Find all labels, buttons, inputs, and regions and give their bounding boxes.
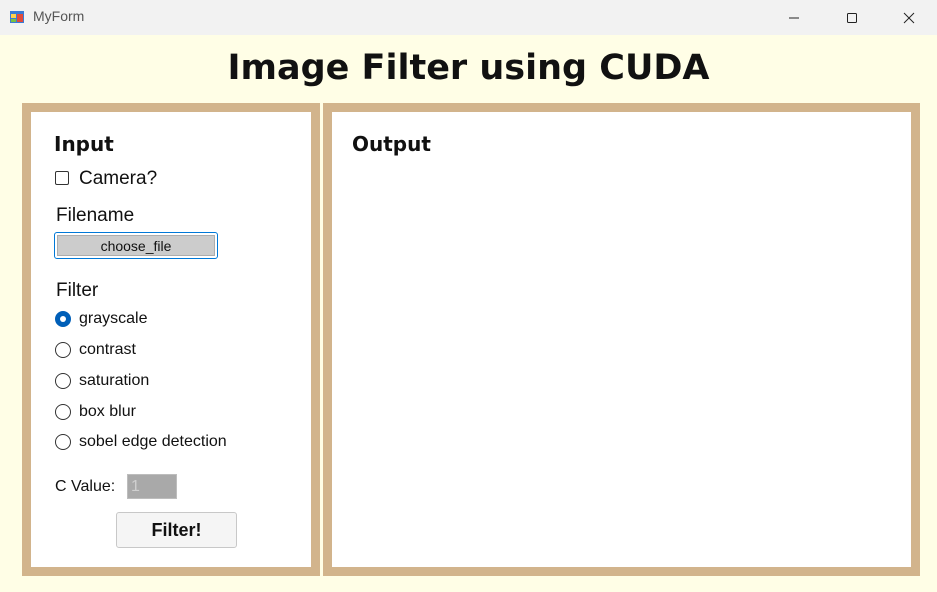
input-panel: Input Camera? Filename choose_file Filte… (22, 103, 320, 576)
close-button[interactable] (880, 0, 937, 35)
radio-saturation[interactable] (55, 373, 71, 389)
radio-box-blur[interactable] (55, 404, 71, 420)
filter-button[interactable]: Filter! (116, 512, 237, 548)
c-value-input[interactable] (127, 474, 177, 499)
camera-checkbox[interactable] (55, 171, 69, 185)
page-title: Image Filter using CUDA (227, 48, 710, 88)
c-value-label: C Value: (55, 478, 116, 495)
radio-grayscale-label[interactable]: grayscale (79, 310, 147, 328)
maximize-button[interactable] (823, 0, 881, 35)
minimize-icon (789, 17, 799, 18)
radio-contrast-label[interactable]: contrast (79, 341, 136, 359)
close-icon (903, 12, 915, 23)
filename-label: Filename (56, 205, 135, 226)
maximize-icon (847, 12, 857, 23)
camera-label[interactable]: Camera? (79, 168, 157, 190)
input-heading: Input (54, 132, 114, 156)
output-heading: Output (352, 132, 431, 156)
radio-contrast[interactable] (55, 342, 71, 358)
radio-sobel-edge-detection-label[interactable]: sobel edge detection (79, 433, 227, 451)
choose-file-label: choose_file (57, 235, 215, 256)
app-icon (10, 11, 24, 23)
minimize-button[interactable] (765, 0, 823, 35)
output-panel: Output (323, 103, 920, 576)
radio-box-blur-label[interactable]: box blur (79, 403, 136, 421)
title-bar: MyForm (0, 0, 937, 35)
radio-grayscale[interactable] (55, 311, 71, 327)
filter-label: Filter (56, 280, 99, 301)
radio-saturation-label[interactable]: saturation (79, 372, 149, 390)
window-title: MyForm (33, 8, 85, 24)
choose-file-button[interactable]: choose_file (54, 232, 218, 259)
radio-sobel-edge-detection[interactable] (55, 434, 71, 450)
